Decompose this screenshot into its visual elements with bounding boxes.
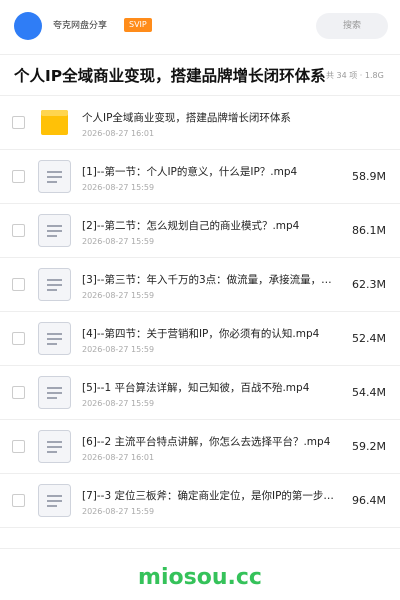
item-name: 个人IP全域商业变现，搭建品牌增长闭环体系 [82,112,291,124]
svip-badge: SVIP [124,18,152,32]
item-size: 58.9M [352,170,386,183]
item-name: [1]--第一节：个人IP的意义，什么是IP？.mp4 [82,166,298,178]
item-date: 2026-08-27 16:01 [82,129,155,138]
item-checkbox[interactable] [12,278,25,291]
document-icon [38,430,71,463]
item-checkbox[interactable] [12,170,25,183]
item-date: 2026-08-27 16:01 [82,453,155,462]
item-date: 2026-08-27 15:59 [82,237,155,246]
item-name: [2]--第二节：怎么规划自己的商业模式？.mp4 [82,220,300,232]
item-checkbox[interactable] [12,224,25,237]
item-date: 2026-08-27 15:59 [82,183,155,192]
item-name: [6]--2 主流平台特点讲解，你怎么去选择平台？.mp4 [82,436,331,448]
item-checkbox[interactable] [12,440,25,453]
footer: miosou.cc [0,548,400,600]
item-name: [5]--1 平台算法详解，知己知彼，百战不殆.mp4 [82,382,310,394]
file-list: 个人IP全域商业变现，搭建品牌增长闭环体系 2026-08-27 16:01 [1]… [0,96,400,528]
header: 夸克网盘分享 SVIP 搜索 [0,0,400,54]
item-size: 54.4M [352,386,386,399]
document-icon [38,376,71,409]
item-count: 共 34 项 · 1.8G [326,71,384,80]
item-date: 2026-08-27 15:59 [82,345,155,354]
document-icon [38,268,71,301]
watermark: miosou.cc [138,565,262,590]
item-checkbox[interactable] [12,386,25,399]
item-size: 52.4M [352,332,386,345]
avatar[interactable] [14,12,42,40]
item-checkbox[interactable] [12,332,25,345]
document-icon [38,160,71,193]
item-date: 2026-08-27 15:59 [82,507,155,516]
item-name: [4]--第四节：关于营销和IP，你必须有的认知.mp4 [82,328,320,340]
list-item[interactable]: [6]--2 主流平台特点讲解，你怎么去选择平台？.mp4 2026-08-27 … [0,420,400,474]
item-size: 59.2M [352,440,386,453]
document-icon [38,214,71,247]
document-icon [38,484,71,517]
item-checkbox[interactable] [12,116,25,129]
document-icon [38,322,71,355]
list-item[interactable]: [2]--第二节：怎么规划自己的商业模式？.mp4 2026-08-27 15:5… [0,204,400,258]
item-date: 2026-08-27 15:59 [82,291,155,300]
brand-name: 夸克网盘分享 [53,21,108,31]
page-title: 个人IP全域商业变现，搭建品牌增长闭环体系 [14,67,326,85]
title-bar: 个人IP全域商业变现，搭建品牌增长闭环体系 共 34 项 · 1.8G [0,54,400,96]
list-item[interactable]: [4]--第四节：关于营销和IP，你必须有的认知.mp4 2026-08-27 1… [0,312,400,366]
list-item[interactable]: [5]--1 平台算法详解，知己知彼，百战不殆.mp4 2026-08-27 15… [0,366,400,420]
item-size: 96.4M [352,494,386,507]
search-button[interactable]: 搜索 [316,13,388,39]
item-date: 2026-08-27 15:59 [82,399,155,408]
folder-icon [38,106,71,139]
item-size: 86.1M [352,224,386,237]
item-size: 62.3M [352,278,386,291]
list-item[interactable]: [3]--第三节：年入千万的3点：做流量，承接流量，转化.mp4 2026-08-… [0,258,400,312]
list-item[interactable]: [7]--3 定位三板斧：确定商业定位，是你IP的第一步.mp4 2026-08-… [0,474,400,528]
item-name: [7]--3 定位三板斧：确定商业定位，是你IP的第一步.mp4 [82,490,334,502]
list-item[interactable]: 个人IP全域商业变现，搭建品牌增长闭环体系 2026-08-27 16:01 [0,96,400,150]
item-name: [3]--第三节：年入千万的3点：做流量，承接流量，转化.mp4 [82,274,334,286]
item-checkbox[interactable] [12,494,25,507]
list-item[interactable]: [1]--第一节：个人IP的意义，什么是IP？.mp4 2026-08-27 15… [0,150,400,204]
